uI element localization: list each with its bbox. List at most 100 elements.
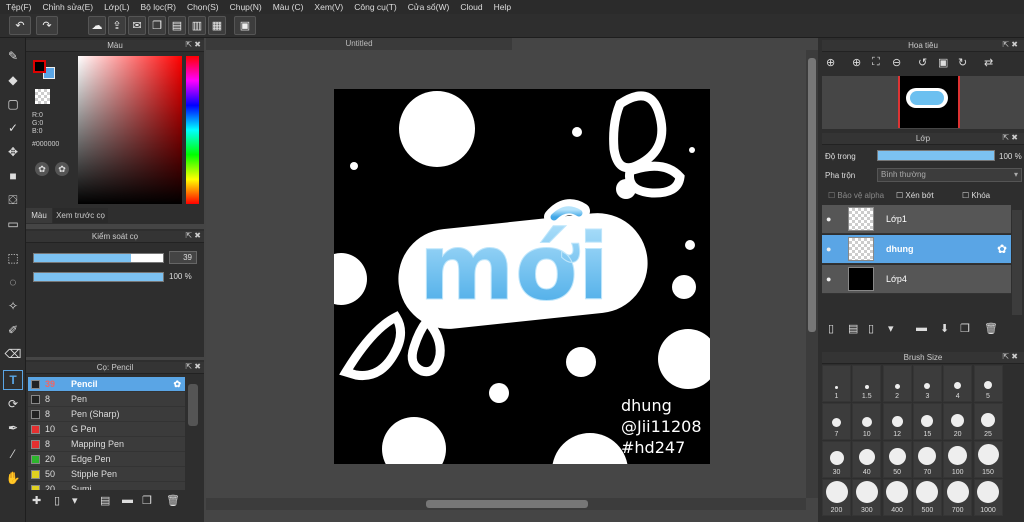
new-layer-icon[interactable]: ▯	[828, 322, 834, 335]
cloud-icon[interactable]: ☁	[88, 16, 106, 35]
clip-checkbox[interactable]: ☐ Xén bớt	[896, 191, 934, 200]
brush-size-option[interactable]: 500	[912, 479, 942, 516]
eye-icon[interactable]: ●	[826, 244, 831, 254]
lock-checkbox[interactable]: ☐ Khóa	[962, 191, 990, 200]
actual-size-icon[interactable]: ▣	[938, 56, 948, 69]
menu-item[interactable]: Xem(V)	[314, 2, 343, 12]
vertical-scrollbar[interactable]	[806, 50, 818, 498]
menu-item[interactable]: Màu (C)	[273, 2, 304, 12]
share-icon[interactable]: ⇪	[108, 16, 126, 35]
hand-tool-icon[interactable]: ✋	[3, 468, 23, 488]
menu-item[interactable]: Tệp(F)	[6, 2, 32, 12]
transparent-color-icon[interactable]	[35, 89, 50, 104]
layer-folder-icon[interactable]: ▬	[916, 322, 927, 334]
zoom-out-icon[interactable]: ⊖	[892, 56, 901, 69]
layer-opacity-slider[interactable]	[877, 150, 995, 161]
color-wheel-icon[interactable]: ✿	[35, 162, 49, 176]
brush-size-option[interactable]: 3	[912, 365, 942, 402]
brush-menu-icon[interactable]: ▾	[72, 494, 78, 507]
menu-item[interactable]: Bộ lọc(R)	[141, 2, 176, 12]
text-tool-icon[interactable]: T	[3, 370, 23, 390]
gear-icon[interactable]: ✿	[173, 379, 181, 390]
brush-size-option[interactable]: 400	[882, 479, 912, 516]
new-halftone-layer-icon[interactable]: ▤	[848, 322, 858, 335]
brush-list-scrollbar[interactable]	[188, 384, 198, 426]
brush-size-option[interactable]: 40	[852, 441, 882, 478]
redo-icon[interactable]: ↷	[36, 16, 58, 35]
select-eraser-tool-icon[interactable]: ⌫	[3, 344, 23, 364]
brush-row[interactable]: 8 Pen (Sharp)	[28, 407, 185, 422]
brush-size-option[interactable]: 20	[943, 403, 973, 440]
panel-controls-icon[interactable]: ⇱ ✖	[1002, 133, 1018, 142]
brush-row[interactable]: 50 Stipple Pen	[28, 467, 185, 482]
layer-cloud-icon[interactable]: ❐	[148, 16, 166, 35]
panel-controls-icon[interactable]: ⇱ ✖	[1002, 40, 1018, 49]
brush-size-option[interactable]: 5	[973, 365, 1003, 402]
menu-item[interactable]: Help	[494, 2, 511, 12]
brush-size-option[interactable]: 70	[912, 441, 942, 478]
brush-size-value[interactable]: 39	[169, 251, 197, 264]
menu-item[interactable]: Cửa sổ(W)	[408, 2, 450, 12]
gear-icon[interactable]: ✿	[997, 242, 1007, 256]
rotate-left-icon[interactable]: ↺	[918, 56, 927, 69]
layer-row[interactable]: ● Lớp4	[822, 265, 1011, 294]
eyedropper-tool-icon[interactable]: ⁄	[3, 444, 23, 464]
brush-row[interactable]: 8 Pen	[28, 392, 185, 407]
flip-icon[interactable]: ⇄	[984, 56, 993, 69]
comment-icon[interactable]: ✉	[128, 16, 146, 35]
brush-size-option[interactable]: 100	[943, 441, 973, 478]
brush-size-option[interactable]: 1000	[973, 479, 1003, 516]
brush-size-option[interactable]: 1	[822, 365, 851, 402]
panel-controls-icon[interactable]: ⇱ ✖	[185, 40, 201, 49]
select-rect-tool-icon[interactable]: ▢	[3, 94, 23, 114]
pen-curve-tool-icon[interactable]: ✓	[3, 118, 23, 138]
lasso-tool-icon[interactable]: ◌	[3, 272, 23, 292]
brush-size-option[interactable]: 300	[852, 479, 882, 516]
dropper-tool-icon[interactable]: ✒	[3, 418, 23, 438]
window-icon[interactable]: ▣	[234, 16, 256, 35]
duplicate-layer-icon[interactable]: ❐	[960, 322, 970, 335]
brush-settings-icon[interactable]: ▤	[100, 494, 110, 507]
brush-size-option[interactable]: 150	[973, 441, 1003, 478]
brush-size-option[interactable]: 700	[943, 479, 973, 516]
brush-row[interactable]: 8 Mapping Pen	[28, 437, 185, 452]
brush-size-option[interactable]: 30	[822, 441, 851, 478]
new-8bit-layer-icon[interactable]: ▯	[868, 322, 874, 335]
layer-row[interactable]: ● Lớp1	[822, 205, 1011, 234]
tab-color[interactable]: Màu	[26, 208, 52, 223]
brush-row[interactable]: 20 Edge Pen	[28, 452, 185, 467]
document-icon[interactable]: ▤	[168, 16, 186, 35]
menu-item[interactable]: Lớp(L)	[104, 2, 129, 12]
fit-icon[interactable]: ⛶	[872, 56, 880, 69]
move-tool-icon[interactable]: ✥	[3, 142, 23, 162]
panel-controls-icon[interactable]: ⇱ ✖	[185, 231, 201, 240]
rotate-right-icon[interactable]: ↻	[958, 56, 967, 69]
artwork-canvas[interactable]: mới dhung @Jii11208 #hd247	[334, 89, 710, 464]
duplicate-icon[interactable]: ❐	[142, 494, 152, 507]
eye-icon[interactable]: ●	[826, 214, 831, 224]
page-icon[interactable]: ▥	[188, 16, 206, 35]
panel-controls-icon[interactable]: ⇱ ✖	[185, 362, 201, 371]
brush-size-option[interactable]: 2	[882, 365, 912, 402]
menu-item[interactable]: Chọn(S)	[187, 2, 219, 12]
saturation-value-picker[interactable]	[78, 56, 182, 204]
horizontal-scrollbar[interactable]	[206, 498, 806, 510]
merge-down-icon[interactable]: ⬇	[940, 322, 949, 335]
eye-icon[interactable]: ●	[826, 274, 831, 284]
magic-wand-tool-icon[interactable]: ✧	[3, 296, 23, 316]
blend-mode-select[interactable]: Bình thường ▾	[877, 168, 1022, 182]
brush-size-option[interactable]: 25	[973, 403, 1003, 440]
brush-size-option[interactable]: 200	[822, 479, 851, 516]
brush-size-option[interactable]: 15	[912, 403, 942, 440]
brush-size-option[interactable]: 1.5	[852, 365, 882, 402]
brush-tool-icon[interactable]: ✎	[3, 46, 23, 66]
primary-color-swatch[interactable]	[33, 60, 46, 73]
hue-slider[interactable]	[186, 56, 199, 204]
document-tab[interactable]: Untitled	[206, 38, 512, 50]
delete-brush-icon[interactable]: 🗑	[166, 494, 180, 507]
brush-row[interactable]: 10 G Pen	[28, 422, 185, 437]
select-tool-icon[interactable]: ⬚	[3, 248, 23, 268]
zoom-in-2-icon[interactable]: ⊕	[852, 56, 861, 69]
rotate-tool-icon[interactable]: ⟳	[3, 394, 23, 414]
fill-rect-tool-icon[interactable]: ■	[3, 166, 23, 186]
